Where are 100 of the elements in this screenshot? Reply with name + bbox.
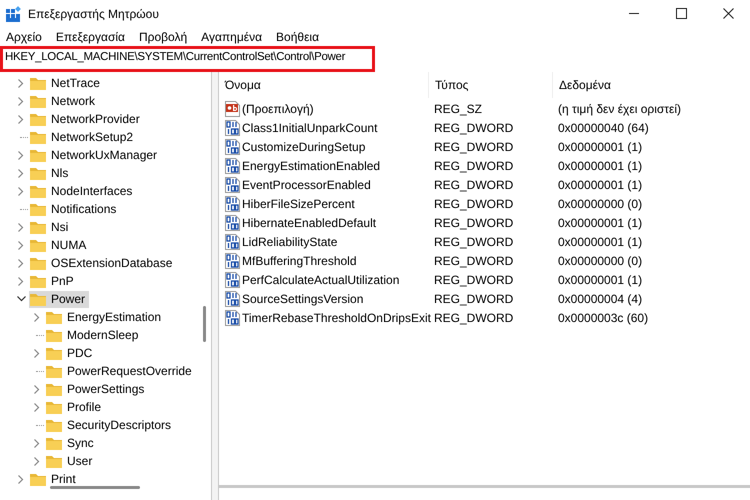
chevron-right-icon[interactable] [18,114,24,124]
folder-icon [30,220,46,234]
value-data: 0x00000000 (0) [557,252,642,270]
value-type: REG_SZ [433,100,484,118]
tree-item[interactable]: NetworkSetup2 [29,128,138,146]
chevron-right-icon[interactable] [18,150,24,160]
value-name[interactable]: HiberFileSizePercent [242,194,355,212]
value-data: 0x00000000 (0) [557,196,642,212]
value-data: 0x00000001 (1) [557,158,642,174]
binary-value-icon [225,234,240,250]
value-name[interactable]: (Προεπιλογή) [242,100,314,118]
menu-item[interactable]: Αγαπημένα [201,28,262,46]
window-title: Επεξεργαστής Μητρώου [28,6,159,23]
value-data: 0x00000001 (1) [557,234,642,250]
chevron-right-icon[interactable] [18,258,24,268]
chevron-right-icon[interactable] [18,222,24,232]
binary-value-icon [225,158,240,174]
chevron-right-icon[interactable] [18,168,24,178]
folder-icon [30,166,46,180]
chevron-right-icon[interactable] [18,96,24,106]
menu-item[interactable]: Επεξεργασία [56,28,125,46]
tree-item[interactable]: Sync [45,434,98,452]
folder-icon [46,364,62,378]
folder-icon [30,274,46,288]
tree-item[interactable]: Network [29,92,100,110]
tree-item[interactable]: Profile [45,398,106,416]
chevron-right-icon[interactable] [34,348,40,358]
value-type: REG_DWORD [433,196,514,212]
folder-icon [46,454,62,468]
value-data: (η τιμή δεν έχει οριστεί) [557,100,682,118]
chevron-right-icon[interactable] [18,78,24,88]
binary-value-icon [225,196,240,212]
folder-icon [30,184,46,198]
column-header[interactable]: Δεδομένα [553,72,750,98]
value-type: REG_DWORD [433,310,514,326]
chevron-right-icon[interactable] [34,456,40,466]
tree-item[interactable]: NetworkUxManager [29,146,162,164]
value-name[interactable]: PerfCalculateActualUtilization [242,270,400,288]
binary-value-icon [225,176,240,192]
value-name[interactable]: CustomizeDuringSetup [242,138,366,156]
value-name[interactable]: EnergyEstimationEnabled [242,156,380,174]
value-data: 0x00000001 (1) [557,272,642,288]
tree-item[interactable]: PDC [45,344,96,362]
tree-item[interactable]: Power [29,290,90,308]
chevron-right-icon[interactable] [18,276,24,286]
tree-item[interactable]: PowerRequestOverride [45,362,196,380]
tree-item[interactable]: User [45,452,96,470]
value-data: 0x00000004 (4) [557,290,642,308]
value-data: 0x00000001 (1) [557,176,642,194]
column-header[interactable]: Όνομα [219,72,429,98]
value-type: REG_DWORD [433,234,514,250]
minimize-icon[interactable] [629,13,641,15]
chevron-right-icon[interactable] [18,240,24,250]
folder-icon [30,202,46,216]
registry-icon [6,6,22,22]
value-name[interactable]: SourceSettingsVersion [242,290,364,308]
chevron-down-icon[interactable] [16,296,26,302]
scrollbar-thumb[interactable] [50,486,140,489]
menu-item[interactable]: Βοήθεια [276,28,320,46]
tree-item[interactable]: Notifications [29,200,120,218]
tree-item[interactable]: Nsi [29,218,72,236]
close-icon[interactable] [723,8,734,19]
value-name[interactable]: EventProcessorEnabled [242,176,371,194]
maximize-icon[interactable] [676,8,687,19]
tree-item[interactable]: NetworkProvider [29,110,144,128]
value-name[interactable]: Class1InitialUnparkCount [242,118,378,136]
chevron-right-icon[interactable] [34,402,40,412]
tree-item[interactable]: NodeInterfaces [29,182,136,200]
tree-item[interactable]: OSExtensionDatabase [29,254,176,272]
column-header[interactable]: Τύπος [429,72,553,98]
value-name[interactable]: TimerRebaseThresholdOnDripsExit [242,308,431,326]
value-name[interactable]: MfBufferingThreshold [242,252,357,270]
folder-icon [30,256,46,270]
address-field[interactable]: HKEY_LOCAL_MACHINE\SYSTEM\CurrentControlSet\Control\Power [1,47,374,71]
folder-icon [30,112,46,126]
tree-item[interactable]: NUMA [29,236,90,254]
tree-item[interactable]: PowerSettings [45,380,148,398]
menu-item[interactable]: Προβολή [138,28,188,46]
value-type: REG_DWORD [433,252,514,270]
tree-item[interactable]: NetTrace [29,74,104,92]
folder-icon [30,148,46,162]
tree-item[interactable]: Print [29,470,80,488]
tree-item[interactable]: PnP [29,272,78,290]
value-name[interactable]: HibernateEnabledDefault [242,214,376,232]
chevron-right-icon[interactable] [34,312,40,322]
tree-item[interactable]: SecurityDescriptors [45,416,176,434]
menu-item[interactable]: Αρχείο [6,28,42,46]
chevron-right-icon[interactable] [34,438,40,448]
folder-icon [30,292,46,306]
folder-icon [46,400,62,414]
binary-value-icon [225,120,240,136]
chevron-right-icon[interactable] [18,474,24,484]
scrollbar-thumb[interactable] [203,306,206,342]
value-type: REG_DWORD [433,120,514,136]
tree-item[interactable]: EnergyEstimation [45,308,166,326]
tree-item[interactable]: ModernSleep [45,326,142,344]
chevron-right-icon[interactable] [18,186,24,196]
value-name[interactable]: LidReliabilityState [242,232,338,250]
chevron-right-icon[interactable] [34,384,40,394]
tree-item[interactable]: Nls [29,164,72,182]
